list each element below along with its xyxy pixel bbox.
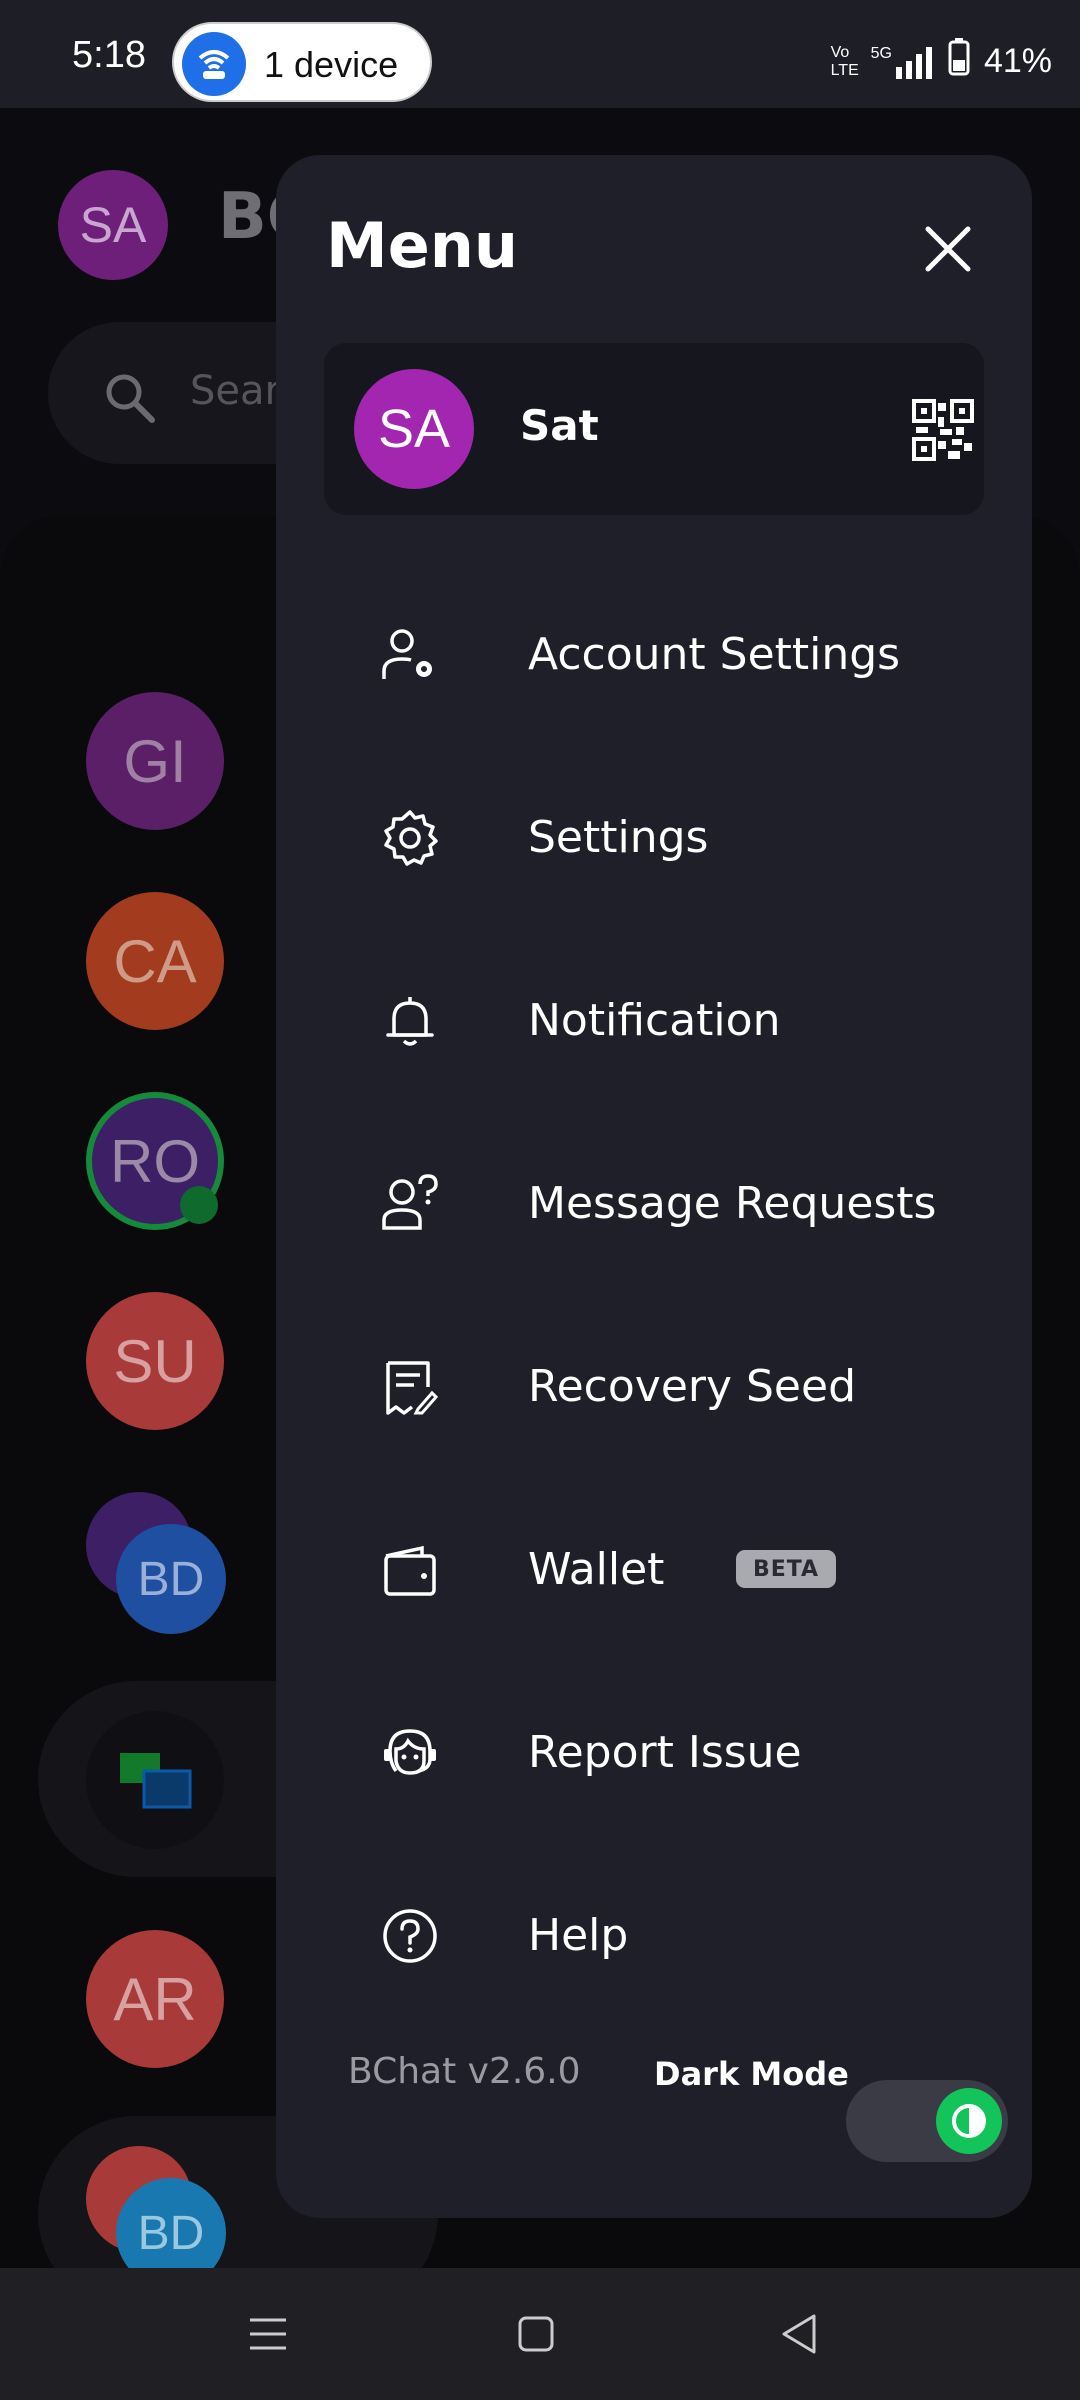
system-navigation-bar (0, 2268, 1080, 2400)
menu-item-notification[interactable]: Notification (324, 961, 984, 1081)
hotspot-icon (182, 32, 246, 96)
close-button[interactable] (920, 221, 976, 277)
menu-item-help[interactable]: Help (324, 1876, 984, 1996)
home-square-icon[interactable] (512, 2310, 560, 2358)
menu-item-label: Settings (528, 812, 709, 863)
menu-item-label: Report Issue (528, 1727, 802, 1778)
menu-item-message-requests[interactable]: Message Requests (324, 1144, 984, 1264)
help-icon (383, 1909, 437, 1963)
back-triangle-icon[interactable] (776, 2310, 824, 2358)
message-request-icon (382, 1174, 438, 1230)
menu-lines-icon[interactable] (244, 2310, 292, 2358)
dark-mode-label: Dark Mode (654, 2055, 849, 2093)
chat-avatar[interactable]: GI (86, 692, 224, 830)
battery-icon (948, 38, 970, 85)
header-avatar[interactable]: SA (58, 170, 168, 280)
chat-avatar[interactable]: AR (86, 1930, 224, 2068)
chat-avatar[interactable]: SU (86, 1292, 224, 1430)
menu-item-label: Message Requests (528, 1178, 937, 1229)
volte-indicator: Vo LTE (830, 43, 859, 79)
menu-item-wallet[interactable]: Wallet BETA (324, 1510, 984, 1630)
menu-item-label: Wallet (528, 1544, 665, 1595)
signal-icon: 5G (871, 45, 934, 79)
verified-badge-icon (180, 1186, 218, 1224)
chat-avatar[interactable]: BD (116, 1524, 226, 1634)
qr-code-icon (912, 399, 974, 461)
menu-item-label: Account Settings (528, 629, 901, 680)
menu-item-recovery-seed[interactable]: Recovery Seed (324, 1327, 984, 1447)
support-agent-icon (384, 1729, 436, 1775)
network-type: 5G (870, 44, 892, 62)
menu-item-report-issue[interactable]: Report Issue (324, 1693, 984, 1813)
chat-avatar[interactable]: CA (86, 892, 224, 1030)
menu-drawer: Menu SA Sat Account Settings Settings No… (276, 155, 1032, 2218)
bell-icon (386, 997, 434, 1046)
contrast-icon (952, 2104, 986, 2138)
account-settings-icon (382, 629, 432, 679)
menu-title: Menu (326, 209, 519, 282)
menu-item-settings[interactable]: Settings (324, 778, 984, 898)
menu-item-label: Notification (528, 995, 781, 1046)
menu-item-label: Help (528, 1910, 629, 1961)
status-bar: 5:18 1 device Vo LTE 5G 41% (0, 0, 1080, 108)
dark-mode-toggle[interactable] (846, 2080, 1008, 2162)
gear-icon (384, 810, 438, 866)
chat-bubbles-icon (120, 1753, 192, 1809)
clock: 5:18 (72, 34, 146, 76)
recovery-seed-icon (386, 1361, 439, 1415)
wallet-icon (384, 1545, 436, 1596)
profile-avatar[interactable]: SA (354, 369, 474, 489)
search-icon (106, 374, 155, 423)
app-version: BChat v2.6.0 (348, 2051, 581, 2092)
hotspot-pill[interactable]: 1 device (172, 22, 432, 102)
profile-card[interactable]: SA Sat (324, 343, 984, 515)
profile-name: Sat (520, 401, 599, 450)
system-icons: Vo LTE 5G 41% (831, 38, 1052, 85)
hotspot-label: 1 device (264, 44, 399, 85)
chat-avatar[interactable] (86, 1711, 224, 1849)
qr-code-button[interactable] (912, 399, 974, 461)
beta-badge: BETA (736, 1550, 836, 1588)
menu-item-account-settings[interactable]: Account Settings (324, 595, 984, 715)
battery-level: 41% (983, 42, 1052, 80)
close-icon (925, 226, 971, 272)
menu-item-label: Recovery Seed (528, 1361, 857, 1412)
toggle-knob (936, 2088, 1002, 2154)
